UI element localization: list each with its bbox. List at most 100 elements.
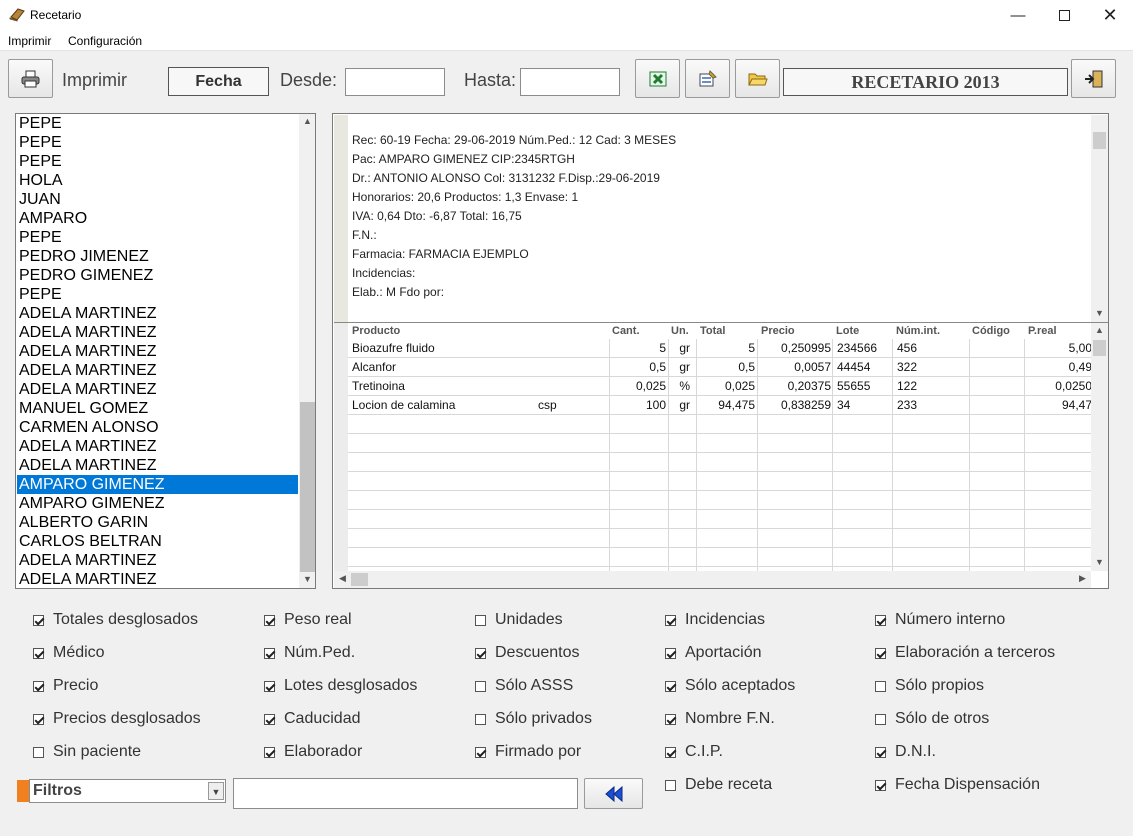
checkbox-icon[interactable] bbox=[665, 647, 676, 659]
option-checkbox[interactable]: Peso real bbox=[264, 611, 352, 629]
grid-column-header[interactable]: Núm.int. bbox=[896, 325, 940, 337]
checkbox-icon[interactable] bbox=[875, 779, 886, 791]
checkbox-icon[interactable] bbox=[475, 713, 486, 725]
filters-dropdown[interactable]: Filtros ▼ bbox=[29, 779, 226, 803]
grid-column-header[interactable]: Un. bbox=[671, 325, 689, 337]
grid-column-header[interactable]: Lote bbox=[836, 325, 859, 337]
patient-list-item[interactable]: ADELA MARTINEZ bbox=[17, 551, 298, 570]
patient-list-item[interactable]: PEDRO GIMENEZ bbox=[17, 266, 298, 285]
patient-list-item[interactable]: PEPE bbox=[17, 133, 298, 152]
patient-list-item[interactable]: ADELA MARTINEZ bbox=[17, 342, 298, 361]
option-checkbox[interactable]: Firmado por bbox=[475, 743, 581, 761]
chevron-down-icon[interactable]: ▼ bbox=[208, 782, 224, 800]
option-checkbox[interactable]: Núm.Ped. bbox=[264, 644, 355, 662]
export-excel-button[interactable] bbox=[635, 59, 680, 98]
grid-column-header[interactable]: P.real bbox=[1028, 325, 1057, 337]
minimize-button[interactable]: — bbox=[995, 0, 1041, 31]
option-checkbox[interactable]: Sólo propios bbox=[875, 677, 984, 695]
option-checkbox[interactable]: Sin paciente bbox=[33, 743, 141, 761]
patient-list-item[interactable]: ADELA MARTINEZ bbox=[17, 570, 298, 588]
checkbox-icon[interactable] bbox=[665, 779, 676, 791]
scroll-up-icon[interactable]: ▲ bbox=[1091, 325, 1108, 335]
checkbox-icon[interactable] bbox=[475, 680, 486, 692]
option-checkbox[interactable]: Fecha Dispensación bbox=[875, 776, 1040, 794]
patient-list-item[interactable]: ADELA MARTINEZ bbox=[17, 437, 298, 456]
patient-list-item[interactable]: ADELA MARTINEZ bbox=[17, 361, 298, 380]
checkbox-icon[interactable] bbox=[665, 713, 676, 725]
checkbox-icon[interactable] bbox=[875, 614, 886, 626]
menu-configuracion[interactable]: Configuración bbox=[68, 34, 142, 48]
to-date-input[interactable] bbox=[520, 68, 620, 96]
patient-list-item[interactable]: ADELA MARTINEZ bbox=[17, 380, 298, 399]
open-button[interactable] bbox=[735, 59, 780, 98]
patient-list-item[interactable]: AMPARO GIMENEZ bbox=[17, 494, 298, 513]
option-checkbox[interactable]: Elaborador bbox=[264, 743, 362, 761]
grid-column-header[interactable]: Código bbox=[972, 325, 1010, 337]
option-checkbox[interactable]: Número interno bbox=[875, 611, 1005, 629]
apply-filter-button[interactable] bbox=[584, 778, 643, 809]
patient-list-item[interactable]: CARLOS BELTRAN bbox=[17, 532, 298, 551]
from-date-input[interactable] bbox=[345, 68, 445, 96]
patient-list-item[interactable]: PEPE bbox=[17, 285, 298, 304]
checkbox-icon[interactable] bbox=[33, 614, 44, 626]
option-checkbox[interactable]: Caducidad bbox=[264, 710, 361, 728]
scroll-down-icon[interactable]: ▼ bbox=[299, 574, 315, 584]
patient-list-item[interactable]: HOLA bbox=[17, 171, 298, 190]
checkbox-icon[interactable] bbox=[33, 713, 44, 725]
patient-list-item[interactable]: ADELA MARTINEZ bbox=[17, 304, 298, 323]
patient-list-item[interactable]: JUAN bbox=[17, 190, 298, 209]
checkbox-icon[interactable] bbox=[665, 680, 676, 692]
patient-list-item[interactable]: PEPE bbox=[17, 114, 298, 133]
checkbox-icon[interactable] bbox=[475, 647, 486, 659]
scroll-up-icon[interactable]: ▲ bbox=[299, 116, 315, 126]
info-scrollbar[interactable]: ▼ bbox=[1091, 115, 1108, 322]
scroll-thumb[interactable] bbox=[300, 402, 315, 572]
patient-list-item[interactable]: ADELA MARTINEZ bbox=[17, 456, 298, 475]
checkbox-icon[interactable] bbox=[875, 713, 886, 725]
checkbox-icon[interactable] bbox=[264, 746, 275, 758]
date-field-button[interactable]: Fecha bbox=[168, 67, 269, 96]
checkbox-icon[interactable] bbox=[33, 680, 44, 692]
patient-list-item[interactable]: AMPARO GIMENEZ bbox=[17, 475, 298, 494]
close-button[interactable]: ✕ bbox=[1087, 0, 1133, 31]
patient-list[interactable]: PEPE PEPE PEPE HOLA JUAN AMPARO PEPE PEDRO JIME… bbox=[15, 113, 316, 589]
grid-column-header[interactable]: Cant. bbox=[612, 325, 640, 337]
checkbox-icon[interactable] bbox=[264, 614, 275, 626]
patient-list-item[interactable]: ADELA MARTINEZ bbox=[17, 323, 298, 342]
settings-button[interactable] bbox=[685, 59, 730, 98]
scroll-right-icon[interactable]: ▶ bbox=[1074, 573, 1091, 584]
option-checkbox[interactable]: Sólo ASSS bbox=[475, 677, 573, 695]
option-checkbox[interactable]: Debe receta bbox=[665, 776, 772, 794]
option-checkbox[interactable]: Nombre F.N. bbox=[665, 710, 775, 728]
scroll-left-icon[interactable]: ◀ bbox=[334, 573, 351, 584]
option-checkbox[interactable]: Unidades bbox=[475, 611, 563, 629]
patient-list-scrollbar[interactable]: ▲ ▼ bbox=[299, 114, 315, 588]
checkbox-icon[interactable] bbox=[875, 746, 886, 758]
option-checkbox[interactable]: Médico bbox=[33, 644, 105, 662]
scroll-down-icon[interactable]: ▼ bbox=[1091, 557, 1108, 567]
option-checkbox[interactable]: Precio bbox=[33, 677, 98, 695]
option-checkbox[interactable]: Sólo aceptados bbox=[665, 677, 795, 695]
patient-list-item[interactable]: CARMEN ALONSO bbox=[17, 418, 298, 437]
patient-list-item[interactable]: ALBERTO GARIN bbox=[17, 513, 298, 532]
option-checkbox[interactable]: Descuentos bbox=[475, 644, 580, 662]
checkbox-icon[interactable] bbox=[475, 746, 486, 758]
option-checkbox[interactable]: Aportación bbox=[665, 644, 762, 662]
option-checkbox[interactable]: Sólo privados bbox=[475, 710, 592, 728]
patient-list-item[interactable]: PEPE bbox=[17, 228, 298, 247]
exit-button[interactable] bbox=[1071, 59, 1116, 98]
patient-list-item[interactable]: AMPARO bbox=[17, 209, 298, 228]
checkbox-icon[interactable] bbox=[264, 680, 275, 692]
option-checkbox[interactable]: D.N.I. bbox=[875, 743, 936, 761]
grid-column-header[interactable]: Producto bbox=[352, 325, 400, 337]
checkbox-icon[interactable] bbox=[665, 614, 676, 626]
print-button[interactable] bbox=[8, 59, 53, 98]
grid-vscrollbar[interactable]: ▲ ▼ bbox=[1091, 323, 1108, 571]
scroll-down-icon[interactable]: ▼ bbox=[1091, 308, 1108, 318]
option-checkbox[interactable]: Lotes desglosados bbox=[264, 677, 417, 695]
menu-imprimir[interactable]: Imprimir bbox=[8, 34, 51, 48]
checkbox-icon[interactable] bbox=[33, 647, 44, 659]
option-checkbox[interactable]: Precios desglosados bbox=[33, 710, 201, 728]
option-checkbox[interactable]: Totales desglosados bbox=[33, 611, 198, 629]
grid-hscrollbar[interactable]: ◀ ▶ bbox=[334, 571, 1091, 588]
